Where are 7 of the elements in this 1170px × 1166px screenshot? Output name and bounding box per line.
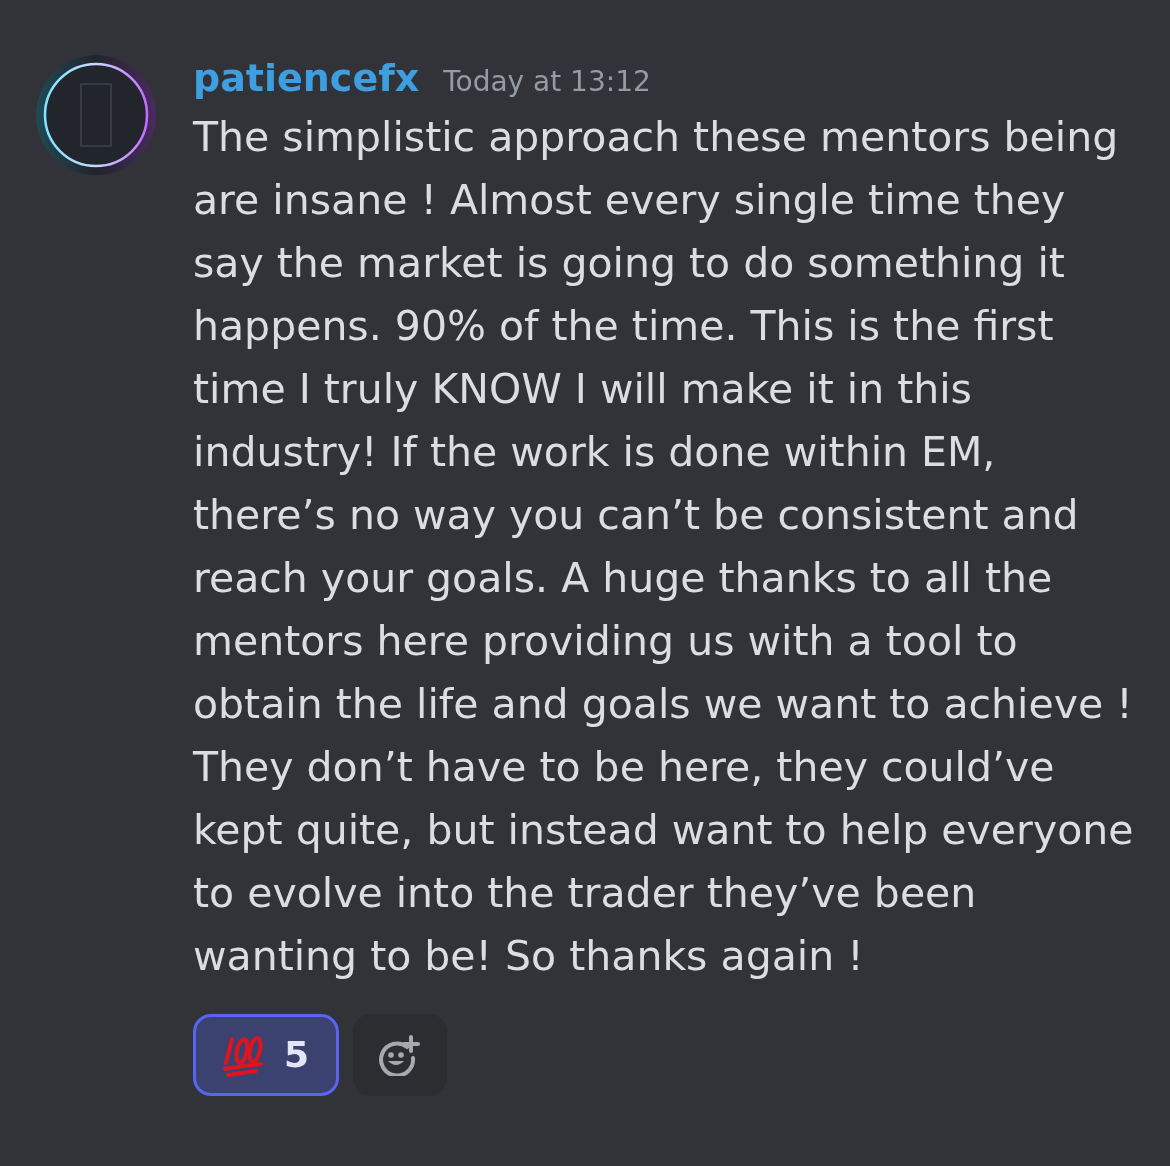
hundred-points-icon xyxy=(222,1033,264,1077)
add-reaction-icon xyxy=(377,1034,423,1076)
message-text: The simplistic approach these mentors being are insane ! Almost every single time they say the market is going to do something it happens. 90% of the time. This is the first time I truly KNOW I will make it in this industry! If the work is done within EM, there’s no way you can’t be consistent and reach your goals. A huge thanks to all the mentors here providing us with a tool to obtain the life and goals we want to achieve ! They don’t have to be here, they could’ve kept quite, but instead want to help everyone to evolve into the trader they’ve been wanting to be! So thanks again ! xyxy=(193,112,1135,982)
reaction-button[interactable]: 5 xyxy=(193,1014,339,1096)
author-name[interactable]: patiencefx xyxy=(193,54,420,102)
message-timestamp: Today at 13:12 xyxy=(443,64,651,100)
add-reaction-button[interactable] xyxy=(353,1014,447,1096)
